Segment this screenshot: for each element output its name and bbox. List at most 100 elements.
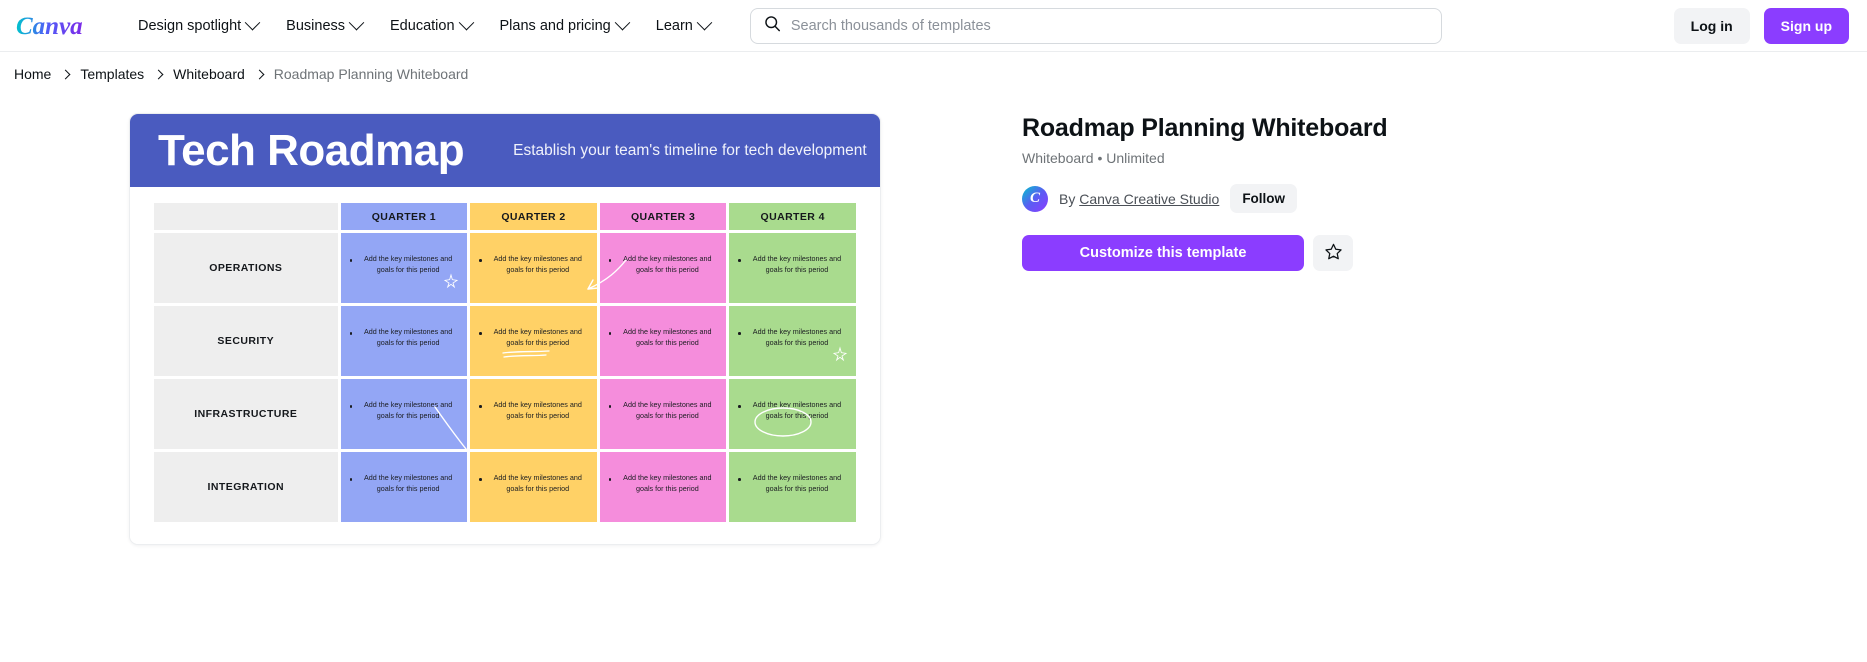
template-info-panel: Roadmap Planning Whiteboard Whiteboard •… (1010, 96, 1830, 545)
grid-cell: Add the key milestones and goals for thi… (729, 306, 856, 376)
grid-cell: Add the key milestones and goals for thi… (470, 306, 597, 376)
bullet-icon (608, 259, 612, 262)
nav-item-education[interactable]: Education (376, 10, 486, 42)
bullet-icon (349, 478, 353, 481)
grid-cell: Add the key milestones and goals for thi… (470, 379, 597, 449)
nav-item-learn[interactable]: Learn (642, 10, 724, 42)
grid-row-label: INTEGRATION (154, 452, 338, 522)
grid-cell: Add the key milestones and goals for thi… (729, 233, 856, 303)
grid-cell-text: Add the key milestones and goals for thi… (363, 473, 453, 494)
search-area (749, 7, 1660, 44)
breadcrumb-item-home[interactable]: Home (14, 66, 51, 82)
bullet-icon (479, 259, 482, 262)
grid-cell: Add the key milestones and goals for thi… (340, 452, 468, 522)
grid-cell-text: Add the key milestones and goals for thi… (752, 327, 842, 348)
search-icon (764, 15, 781, 37)
doodle-star-icon (443, 273, 459, 294)
grid-cell: Add the key milestones and goals for thi… (470, 233, 597, 303)
grid-cell: Add the key milestones and goals for thi… (470, 452, 597, 522)
grid-column-header: QUARTER 2 (470, 203, 597, 230)
main-nav: Design spotlight Business Education Plan… (124, 10, 724, 42)
breadcrumb-item-templates[interactable]: Templates (80, 66, 144, 82)
roadmap-grid: QUARTER 1 QUARTER 2 QUARTER 3 QUARTER 4 OPER… (154, 203, 856, 522)
sign-up-button[interactable]: Sign up (1763, 7, 1849, 44)
chevron-down-icon (614, 14, 631, 31)
grid-cell-text: Add the key milestones and goals for thi… (623, 254, 712, 275)
template-preview-card[interactable]: Tech Roadmap Establish your team's timel… (129, 113, 881, 545)
chevron-right-icon (254, 69, 265, 79)
grid-cell-text: Add the key milestones and goals for thi… (363, 327, 453, 348)
doodle-star-icon (832, 346, 848, 367)
top-navigation-bar: Canva Design spotlight Business Educatio… (0, 0, 1867, 51)
nav-label: Education (390, 17, 455, 34)
grid-column-header: QUARTER 3 (599, 203, 727, 230)
grid-row-label: INFRASTRUCTURE (154, 379, 338, 449)
by-prefix: By (1059, 190, 1076, 207)
breadcrumb-item-whiteboard[interactable]: Whiteboard (173, 66, 245, 82)
grid-cell-text: Add the key milestones and goals for thi… (493, 400, 582, 421)
grid-cell-text: Add the key milestones and goals for thi… (493, 473, 582, 494)
follow-button[interactable]: Follow (1230, 184, 1298, 213)
chevron-down-icon (458, 14, 474, 31)
grid-cell: Add the key milestones and goals for thi… (599, 452, 727, 522)
bullet-icon (608, 478, 612, 481)
grid-cell-text: Add the key milestones and goals for thi… (623, 327, 712, 348)
favorite-button[interactable] (1313, 235, 1353, 271)
search-box[interactable] (749, 7, 1442, 44)
cta-row: Customize this template (1022, 235, 1806, 271)
nav-label: Design spotlight (138, 17, 242, 34)
grid-cell-text: Add the key milestones and goals for thi… (752, 254, 842, 275)
nav-label: Learn (655, 17, 693, 34)
main-content: Tech Roadmap Establish your team's timel… (0, 96, 1867, 545)
author-row: C By Canva Creative Studio Follow (1022, 184, 1806, 213)
bullet-icon (608, 405, 612, 408)
template-preview-column: Tech Roadmap Establish your team's timel… (0, 96, 1010, 545)
nav-label: Business (286, 17, 346, 34)
bullet-icon (738, 478, 741, 481)
author-byline: By Canva Creative Studio (1059, 191, 1219, 207)
grid-cell: Add the key milestones and goals for thi… (340, 306, 468, 376)
grid-cell-text: Add the key milestones and goals for thi… (623, 400, 712, 421)
svg-text:Canva: Canva (16, 13, 83, 40)
chevron-right-icon (153, 69, 164, 79)
avatar[interactable]: C (1022, 185, 1048, 212)
grid-cell: Add the key milestones and goals for thi… (729, 379, 856, 449)
grid-cell: Add the key milestones and goals for thi… (599, 306, 727, 376)
auth-actions: Log in Sign up (1673, 7, 1849, 44)
author-link[interactable]: Canva Creative Studio (1079, 191, 1219, 207)
star-outline-icon (1324, 242, 1343, 264)
chevron-down-icon (348, 14, 365, 31)
nav-item-design-spotlight[interactable]: Design spotlight (124, 10, 272, 42)
grid-cell-text: Add the key milestones and goals for thi… (363, 400, 453, 421)
grid-cell: Add the key milestones and goals for thi… (340, 233, 468, 303)
roadmap-subtitle: Establish your team's timeline for tech … (513, 141, 867, 159)
grid-corner-cell (154, 203, 338, 230)
grid-cell: Add the key milestones and goals for thi… (340, 379, 482, 468)
grid-cell: Add the key milestones and goals for thi… (599, 379, 727, 449)
bullet-icon (738, 259, 741, 262)
nav-item-business[interactable]: Business (272, 10, 376, 42)
search-input[interactable] (790, 17, 1428, 34)
chevron-down-icon (244, 14, 261, 31)
bullet-icon (349, 259, 353, 262)
grid-cell-text: Add the key milestones and goals for thi… (752, 400, 842, 421)
breadcrumb-item-current: Roadmap Planning Whiteboard (273, 66, 469, 82)
log-in-button[interactable]: Log in (1673, 7, 1750, 44)
bullet-icon (479, 478, 482, 481)
customize-this-template-button[interactable]: Customize this template (1022, 235, 1304, 271)
bullet-icon (479, 405, 482, 408)
roadmap-body: QUARTER 1 QUARTER 2 QUARTER 3 QUARTER 4 OPER… (130, 187, 880, 544)
chevron-right-icon (60, 69, 71, 79)
grid-cell-text: Add the key milestones and goals for thi… (752, 473, 842, 494)
bullet-icon (349, 405, 353, 408)
template-meta: Whiteboard • Unlimited (1022, 150, 1165, 166)
grid-column-header: QUARTER 4 (729, 203, 856, 230)
doodle-underline-icon (501, 348, 551, 366)
chevron-down-icon (696, 14, 713, 31)
grid-cell-text: Add the key milestones and goals for thi… (363, 254, 453, 275)
nav-item-plans-and-pricing[interactable]: Plans and pricing (486, 10, 642, 42)
bullet-icon (349, 332, 353, 335)
grid-cell: Add the key milestones and goals for thi… (729, 452, 856, 522)
canva-logo[interactable]: Canva (16, 11, 100, 41)
breadcrumb: Home Templates Whiteboard Roadmap Planni… (0, 52, 1867, 96)
